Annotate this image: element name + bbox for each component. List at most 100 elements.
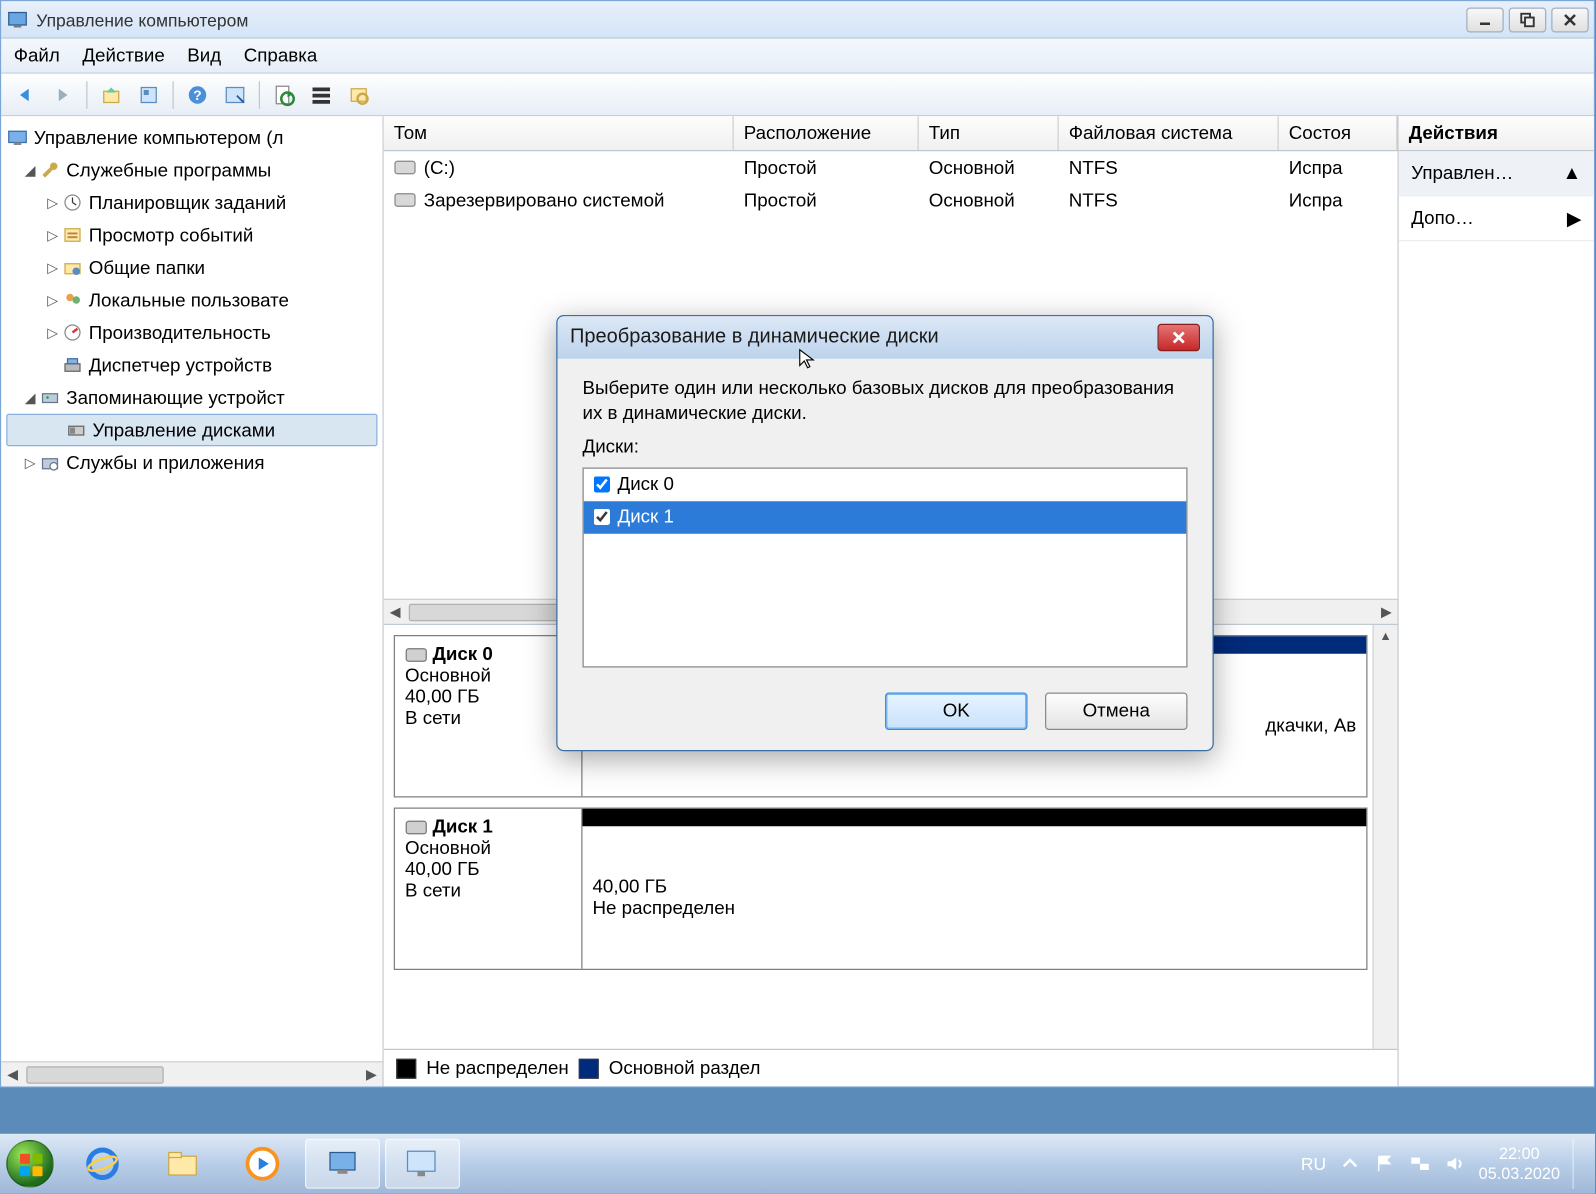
properties-button[interactable] (133, 78, 166, 111)
convert-dialog: Преобразование в динамические диски Выбе… (556, 315, 1214, 751)
col-type[interactable]: Тип (919, 116, 1059, 150)
col-status[interactable]: Состоя (1279, 116, 1398, 150)
wmp-icon (244, 1145, 282, 1183)
settings-button[interactable] (343, 78, 376, 111)
folder-icon (164, 1145, 202, 1183)
col-volume[interactable]: Том (384, 116, 734, 150)
expand-icon[interactable]: ▷ (44, 227, 62, 243)
toolbar: ? (1, 74, 1594, 117)
expand-icon[interactable]: ▷ (44, 259, 62, 275)
tree-item-diskmgmt[interactable]: Управление дисками (6, 414, 377, 447)
dialog-list[interactable]: Диск 0 Диск 1 (583, 467, 1188, 667)
disk-checkbox[interactable] (594, 477, 610, 493)
disk-vscroll[interactable]: ▲ (1373, 625, 1398, 1049)
taskbar[interactable]: RU 22:00 05.03.2020 (0, 1134, 1595, 1194)
ok-button[interactable]: OK (885, 692, 1028, 730)
taskbar-compmgmt[interactable] (305, 1139, 380, 1189)
cancel-button[interactable]: Отмена (1045, 692, 1188, 730)
help-button[interactable]: ? (181, 78, 214, 111)
network-icon[interactable] (1409, 1153, 1432, 1176)
menu-view[interactable]: Вид (187, 45, 221, 66)
minimize-button[interactable] (1466, 7, 1504, 32)
detail-view-button[interactable] (219, 78, 252, 111)
dialog-instruction: Выберите один или несколько базовых диск… (583, 376, 1188, 427)
tree-item-shares[interactable]: ▷Общие папки (4, 251, 380, 284)
back-button[interactable] (9, 78, 42, 111)
volume-row[interactable]: (C:) Простой Основной NTFS Испра (384, 151, 1398, 184)
show-desktop-button[interactable] (1573, 1139, 1586, 1189)
refresh-button[interactable] (268, 78, 301, 111)
actions-item-more[interactable]: Допо… ▶ (1399, 196, 1594, 241)
device-icon (61, 354, 84, 377)
tree-item-perf[interactable]: ▷Производительность (4, 316, 380, 349)
menu-action[interactable]: Действие (82, 45, 164, 66)
hdd-icon (405, 646, 428, 664)
taskbar-ie[interactable] (65, 1139, 140, 1189)
flag-icon[interactable] (1374, 1153, 1397, 1176)
event-icon (61, 224, 84, 247)
actions-header: Действия (1399, 116, 1594, 151)
expand-icon[interactable]: ▷ (44, 324, 62, 340)
tree-group-services[interactable]: ▷Службы и приложения (4, 446, 380, 479)
expand-icon[interactable]: ▷ (44, 194, 62, 210)
disk-info: Диск 0 Основной 40,00 ГБ В сети (395, 636, 583, 796)
collapse-icon[interactable]: ◢ (21, 389, 39, 405)
tree-item-users[interactable]: ▷Локальные пользовате (4, 284, 380, 317)
system-tray[interactable]: RU 22:00 05.03.2020 (1301, 1139, 1595, 1189)
computer-icon (6, 126, 29, 149)
folder-share-icon (61, 256, 84, 279)
collapse-icon[interactable]: ◢ (21, 162, 39, 178)
taskbar-wmp[interactable] (225, 1139, 300, 1189)
titlebar[interactable]: Управление компьютером (1, 1, 1594, 39)
scroll-right-icon[interactable]: ▶ (1375, 601, 1398, 624)
forward-button[interactable] (46, 78, 79, 111)
maximize-button[interactable] (1509, 7, 1547, 32)
dialog-list-label: Диски: (583, 434, 1188, 459)
monitor-icon (401, 1145, 444, 1183)
col-layout[interactable]: Расположение (734, 116, 919, 150)
menubar: Файл Действие Вид Справка (1, 39, 1594, 74)
disk-checkbox[interactable] (594, 509, 610, 525)
menu-help[interactable]: Справка (244, 45, 318, 66)
actions-item-manage[interactable]: Управлен… ▲ (1399, 151, 1594, 196)
tree-item-events[interactable]: ▷Просмотр событий (4, 219, 380, 252)
start-button[interactable] (0, 1134, 60, 1194)
dialog-list-item[interactable]: Диск 0 (584, 468, 1187, 501)
list-button[interactable] (305, 78, 338, 111)
dialog-titlebar[interactable]: Преобразование в динамические диски (558, 316, 1213, 359)
clock-icon (61, 191, 84, 214)
tree-group-storage[interactable]: ◢Запоминающие устройст (4, 381, 380, 414)
disk-icon (65, 419, 88, 442)
scroll-right-icon[interactable]: ▶ (360, 1063, 383, 1086)
ie-icon (84, 1145, 122, 1183)
tree-item-devmgr[interactable]: Диспетчер устройств (4, 349, 380, 382)
tray-chevron-icon[interactable] (1339, 1153, 1362, 1176)
expand-icon[interactable]: ▷ (44, 292, 62, 308)
tools-icon (39, 159, 62, 182)
col-fs[interactable]: Файловая система (1059, 116, 1279, 150)
menu-file[interactable]: Файл (14, 45, 60, 66)
expand-icon[interactable]: ▷ (21, 454, 39, 470)
tree-item-scheduler[interactable]: ▷Планировщик заданий (4, 186, 380, 219)
scroll-left-icon[interactable]: ◀ (1, 1063, 24, 1086)
hdd-icon (405, 818, 428, 836)
disk-block[interactable]: Диск 1 Основной 40,00 ГБ В сети 40,00 ГБ… (394, 808, 1368, 971)
scroll-left-icon[interactable]: ◀ (384, 601, 407, 624)
disk-info: Диск 1 Основной 40,00 ГБ В сети (395, 809, 583, 969)
tree-hscroll[interactable]: ◀ ▶ (1, 1061, 382, 1086)
volume-row[interactable]: Зарезервировано системой Простой Основно… (384, 184, 1398, 217)
taskbar-explorer[interactable] (145, 1139, 220, 1189)
dialog-list-item[interactable]: Диск 1 (584, 501, 1187, 534)
up-button[interactable] (95, 78, 128, 111)
dialog-close-button[interactable] (1158, 324, 1201, 352)
volume-header: Том Расположение Тип Файловая система Со… (384, 116, 1398, 151)
taskbar-clock[interactable]: 22:00 05.03.2020 (1479, 1144, 1560, 1183)
tree-root[interactable]: Управление компьютером (л (4, 121, 380, 154)
volume-icon[interactable] (1444, 1153, 1467, 1176)
disk-partition[interactable]: 40,00 ГБ Не распределен (583, 809, 1367, 969)
tree-group-utilities[interactable]: ◢ Служебные программы (4, 154, 380, 187)
language-indicator[interactable]: RU (1301, 1154, 1326, 1174)
taskbar-app[interactable] (385, 1139, 460, 1189)
close-button[interactable] (1551, 7, 1589, 32)
users-icon (61, 289, 84, 312)
